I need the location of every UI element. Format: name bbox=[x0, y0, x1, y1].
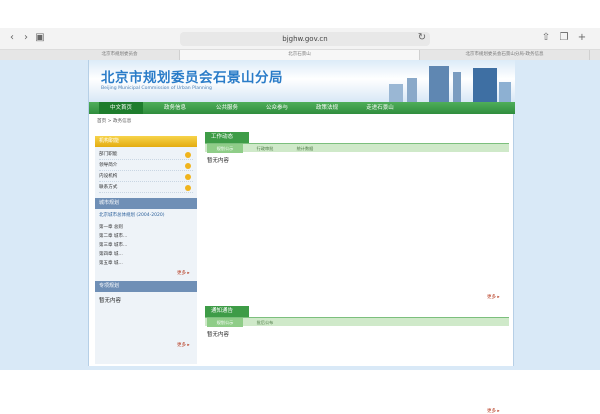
browser-toolbar: ‹ › ▣ bjghw.gov.cn ↻ ⇧ ❐ + bbox=[0, 28, 600, 50]
sidebar-icon[interactable]: ▣ bbox=[34, 32, 46, 44]
more-link[interactable]: 更多 ▸ bbox=[487, 294, 500, 300]
sidebar-link-label: 部门职能 bbox=[99, 152, 118, 157]
site-banner: 北京市规划委员会石景山分局 Beijing Municipal Commissi… bbox=[89, 60, 515, 102]
nav-policy[interactable]: 政策法规 bbox=[307, 102, 347, 114]
web-page: 北京市规划委员会石景山分局 Beijing Municipal Commissi… bbox=[88, 60, 515, 414]
empty-message: 暂无内容 bbox=[207, 158, 230, 164]
back-icon[interactable]: ‹ bbox=[6, 32, 18, 44]
sidebar-link-label: 联系方式 bbox=[99, 185, 118, 190]
bullet-icon bbox=[185, 174, 191, 180]
building-graphic bbox=[473, 68, 497, 102]
site-title: 北京市规划委员会石景山分局 bbox=[101, 70, 283, 86]
bullet-icon bbox=[185, 152, 191, 158]
building-graphic bbox=[407, 78, 417, 102]
reload-icon[interactable]: ↻ bbox=[416, 32, 428, 44]
nav-public-service[interactable]: 公共服务 bbox=[207, 102, 247, 114]
subtab[interactable]: 行政审批 bbox=[247, 144, 283, 153]
new-tab-icon[interactable]: + bbox=[576, 32, 588, 44]
sidebar-link[interactable]: 内设机构 bbox=[99, 172, 193, 182]
sidebar-info-title: 机构职能 bbox=[95, 136, 197, 147]
chapter-link[interactable]: 第三章 城市… bbox=[99, 242, 127, 248]
nav-participation[interactable]: 公众参与 bbox=[257, 102, 297, 114]
nav-gov-info[interactable]: 政务信息 bbox=[155, 102, 195, 114]
breadcrumb[interactable]: 首页 > 政务信息 bbox=[97, 118, 131, 124]
main-content: 工作动态 规划公示 行政审批 统计数据 暂无内容 更多 ▸ 通知通告 规划公示 … bbox=[205, 132, 509, 414]
address-bar[interactable]: bjghw.gov.cn bbox=[180, 32, 430, 46]
browser-tab[interactable]: 北京市规划委员会石景山分局-政务信息 bbox=[420, 50, 590, 60]
section-title-notice: 通知通告 bbox=[205, 306, 249, 317]
chapter-link[interactable]: 第四章 城… bbox=[99, 251, 123, 257]
chapter-link[interactable]: 第二章 城市… bbox=[99, 233, 127, 239]
share-icon[interactable]: ⇧ bbox=[540, 32, 552, 44]
sidebar-link[interactable]: 领导简介 bbox=[99, 161, 193, 171]
browser-tab[interactable]: 北京市规划委员会 bbox=[60, 50, 180, 60]
sidebar-link-label: 领导简介 bbox=[99, 163, 118, 168]
sidebar-link-label: 内设机构 bbox=[99, 174, 118, 179]
browser-tab-strip: 北京市规划委员会 北京石景山 北京市规划委员会石景山分局-政务信息 bbox=[0, 50, 600, 60]
notice-subtabs: 规划公示 批后公布 bbox=[205, 317, 509, 327]
chapter-link[interactable]: 第五章 城… bbox=[99, 260, 123, 266]
subtab[interactable]: 规划公示 bbox=[207, 318, 243, 327]
chapter-link[interactable]: 第一章 总则 bbox=[99, 224, 123, 230]
building-graphic bbox=[453, 72, 461, 102]
more-link[interactable]: 更多 ▸ bbox=[177, 342, 190, 348]
work-subtabs: 规划公示 行政审批 统计数据 bbox=[205, 143, 509, 153]
sidebar-link[interactable]: 联系方式 bbox=[99, 183, 193, 193]
building-graphic bbox=[499, 82, 511, 102]
sidebar-special-title: 专项规划 bbox=[95, 281, 197, 292]
sidebar-plan-title: 城市规划 bbox=[95, 198, 197, 209]
more-link[interactable]: 更多 ▸ bbox=[487, 408, 500, 414]
empty-message: 暂无内容 bbox=[99, 298, 122, 304]
subtab[interactable]: 统计数据 bbox=[287, 144, 323, 153]
building-graphic bbox=[389, 84, 403, 102]
subtab[interactable]: 规划公示 bbox=[207, 144, 243, 153]
tabs-icon[interactable]: ❐ bbox=[558, 32, 570, 44]
bullet-icon bbox=[185, 185, 191, 191]
forward-icon[interactable]: › bbox=[20, 32, 32, 44]
section-title-work: 工作动态 bbox=[205, 132, 249, 143]
browser-tab-active[interactable]: 北京石景山 bbox=[180, 50, 420, 60]
subtab[interactable]: 批后公布 bbox=[247, 318, 283, 327]
sidebar: 机构职能 部门职能 领导简介 内设机构 联系方式 城市规划 北京城市总体规划 (… bbox=[95, 136, 197, 364]
sidebar-link[interactable]: 部门职能 bbox=[99, 150, 193, 160]
more-link[interactable]: 更多 ▸ bbox=[177, 270, 190, 276]
empty-message: 暂无内容 bbox=[207, 332, 230, 338]
plan-subtitle[interactable]: 北京城市总体规划 (2004-2020) bbox=[99, 212, 164, 218]
main-nav: 中文首页 政务信息 公共服务 公众参与 政策法规 走进石景山 bbox=[89, 102, 515, 114]
bullet-icon bbox=[185, 163, 191, 169]
nav-home[interactable]: 中文首页 bbox=[99, 102, 143, 114]
nav-shijingshan[interactable]: 走进石景山 bbox=[357, 102, 403, 114]
site-subtitle: Beijing Municipal Commission of Urban Pl… bbox=[101, 86, 212, 91]
building-graphic bbox=[429, 66, 449, 102]
